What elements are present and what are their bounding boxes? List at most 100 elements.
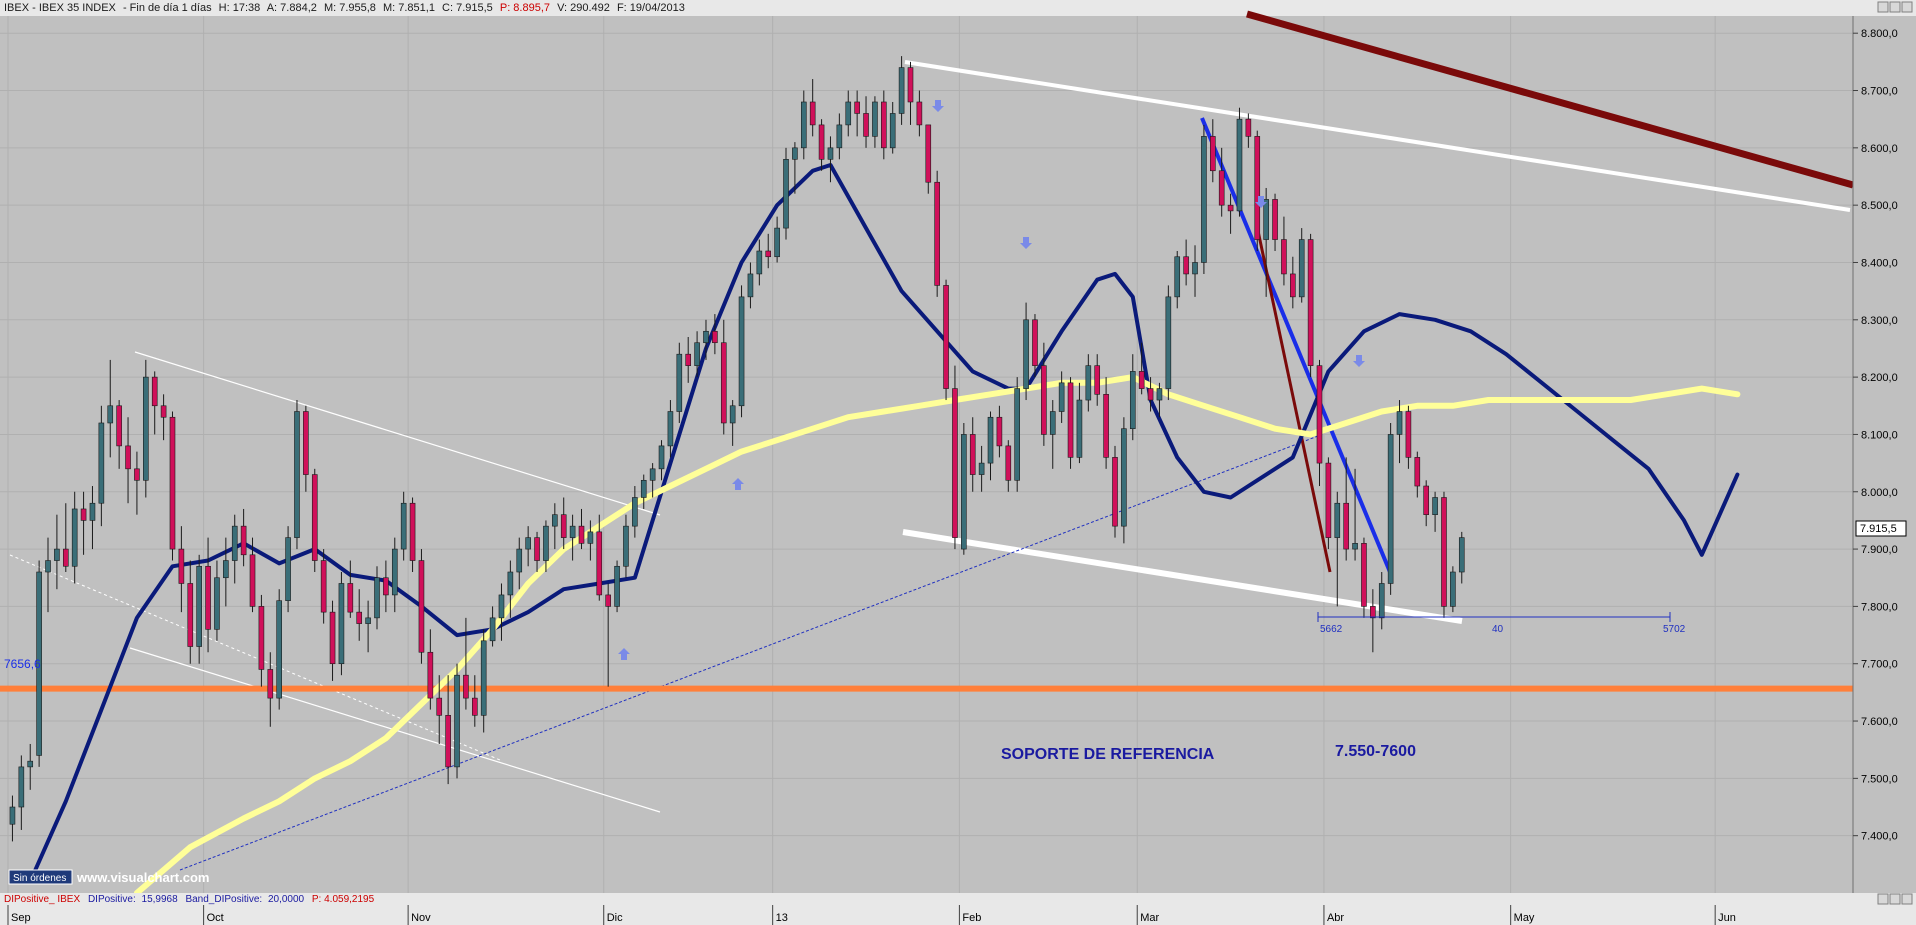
candle-body bbox=[1085, 365, 1092, 401]
last-price-marker: 7.915,5 bbox=[1855, 520, 1907, 537]
candle-body bbox=[196, 565, 202, 647]
candle-body bbox=[285, 537, 291, 601]
x-axis-panel[interactable] bbox=[0, 905, 1916, 925]
hour-value: H: 17:38 bbox=[219, 2, 261, 14]
close-icon[interactable] bbox=[1901, 893, 1913, 905]
candle-body bbox=[596, 531, 603, 596]
candle-body bbox=[1414, 457, 1421, 487]
candle-body bbox=[827, 147, 834, 160]
candle-body bbox=[383, 577, 389, 596]
candle-body bbox=[160, 405, 167, 418]
candle-body bbox=[1174, 256, 1181, 298]
candle-body bbox=[1227, 204, 1234, 212]
candle-body bbox=[1147, 388, 1154, 401]
p-value: P: 8.895,7 bbox=[500, 2, 550, 14]
price-chart[interactable]: IBEX - IBEX 35 INDEX - Fin de día 1 días… bbox=[0, 0, 1916, 925]
candle-body bbox=[463, 674, 469, 699]
y-tick-label: 8.200,0 bbox=[1861, 372, 1898, 384]
panel-controls[interactable] bbox=[1877, 893, 1913, 905]
candle-body bbox=[1432, 497, 1438, 515]
indicator-text: DIPositive_ IBEX DIPositive: 15,9968 Ban… bbox=[4, 894, 375, 905]
y-tick-label: 7.500,0 bbox=[1861, 773, 1898, 785]
candle-body bbox=[276, 600, 282, 699]
candle-body bbox=[311, 474, 318, 561]
panel-close-icon[interactable] bbox=[1901, 1, 1913, 13]
candle-body bbox=[640, 479, 647, 498]
candle-body bbox=[961, 434, 967, 550]
orders-status: Sin órdenes bbox=[13, 873, 66, 884]
candle-body bbox=[898, 67, 905, 114]
x-tick-label: Oct bbox=[207, 912, 224, 924]
candle-body bbox=[45, 560, 51, 573]
candle-body bbox=[1138, 371, 1145, 389]
candle-body bbox=[516, 548, 523, 573]
candle-body bbox=[916, 101, 923, 126]
candle-body bbox=[1307, 239, 1314, 366]
x-tick-label: May bbox=[1514, 912, 1535, 924]
candle-body bbox=[187, 583, 194, 647]
candle-body bbox=[1121, 428, 1127, 527]
candle-body bbox=[427, 651, 434, 699]
candle-body bbox=[952, 388, 958, 538]
candle-body bbox=[587, 531, 594, 544]
candle-body bbox=[996, 416, 1003, 447]
candle-body bbox=[658, 445, 665, 470]
candle-body bbox=[783, 159, 789, 229]
candle-body bbox=[107, 405, 114, 424]
candle-body bbox=[685, 353, 692, 366]
candle-body bbox=[472, 697, 478, 716]
y-tick-label: 8.800,0 bbox=[1861, 28, 1898, 40]
watermark: www.visualchart.com bbox=[76, 870, 209, 885]
candle-body bbox=[552, 514, 558, 527]
candle-body bbox=[854, 101, 860, 114]
candle-body bbox=[1405, 411, 1412, 458]
candle-body bbox=[98, 422, 105, 504]
candle-body bbox=[925, 124, 932, 183]
open-value: A: 7.884,2 bbox=[267, 2, 317, 14]
candle-body bbox=[454, 674, 460, 768]
candle-body bbox=[116, 405, 122, 447]
candle-body bbox=[907, 67, 914, 103]
candle-body bbox=[1361, 543, 1367, 607]
candle-body bbox=[1343, 502, 1349, 550]
y-tick-label: 8.600,0 bbox=[1861, 143, 1898, 155]
candle-body bbox=[525, 537, 531, 550]
x-tick-label: Dic bbox=[607, 912, 623, 924]
candle-body bbox=[267, 669, 274, 699]
top-right-controls[interactable] bbox=[1877, 1, 1913, 13]
measure-end: 5702 bbox=[1663, 624, 1686, 635]
candle-body bbox=[649, 468, 656, 481]
candle-body bbox=[889, 113, 896, 149]
panel-collapse-icon[interactable] bbox=[1877, 1, 1889, 13]
candle-body bbox=[1450, 571, 1456, 607]
candle-body bbox=[1049, 411, 1056, 435]
y-tick-label: 7.400,0 bbox=[1861, 831, 1898, 843]
candle-body bbox=[223, 560, 229, 579]
last-price-label: 7.915,5 bbox=[1860, 523, 1897, 535]
candle-body bbox=[881, 101, 887, 149]
x-tick-label: 13 bbox=[776, 912, 788, 924]
candle-body bbox=[391, 548, 398, 596]
x-tick-label: Feb bbox=[962, 912, 981, 924]
candle-body bbox=[240, 525, 247, 556]
close-value: C: 7.915,5 bbox=[442, 2, 493, 14]
candle-body bbox=[605, 594, 611, 607]
candle-body bbox=[498, 594, 505, 619]
candle-body bbox=[720, 342, 727, 424]
collapse-icon[interactable] bbox=[1877, 893, 1889, 905]
candle-body bbox=[1192, 262, 1198, 275]
candle-body bbox=[1263, 199, 1269, 240]
maximize-icon[interactable] bbox=[1889, 893, 1901, 905]
candle-body bbox=[18, 766, 25, 808]
candle-body bbox=[9, 806, 16, 825]
panel-maximize-icon[interactable] bbox=[1889, 1, 1901, 13]
candle-body bbox=[1165, 296, 1172, 389]
candle-body bbox=[578, 525, 585, 544]
y-tick-label: 7.600,0 bbox=[1861, 716, 1898, 728]
candle-body bbox=[1076, 399, 1083, 458]
candle-body bbox=[338, 583, 345, 665]
candle-body bbox=[632, 497, 638, 527]
y-tick-label: 8.400,0 bbox=[1861, 257, 1898, 269]
y-tick-label: 8.100,0 bbox=[1861, 429, 1898, 441]
candle-body bbox=[1129, 371, 1136, 430]
